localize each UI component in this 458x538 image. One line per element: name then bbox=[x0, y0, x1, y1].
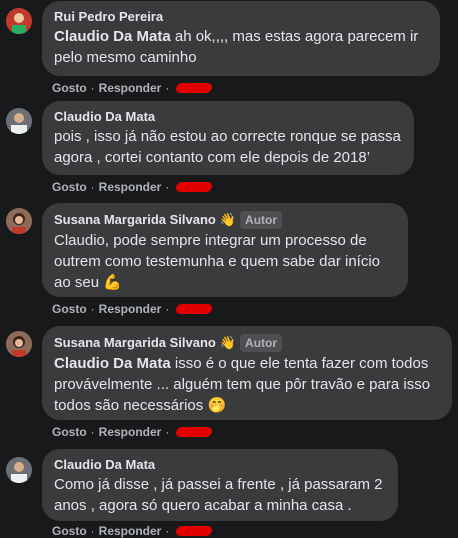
separator: · bbox=[90, 425, 95, 439]
like-button[interactable]: Gosto bbox=[52, 524, 87, 538]
reply-button[interactable]: Responder bbox=[99, 425, 162, 439]
redacted-timestamp bbox=[175, 304, 214, 314]
comment-author[interactable]: Susana Margarida Silvano 👋 Autor bbox=[54, 211, 396, 229]
separator: · bbox=[165, 180, 170, 194]
comment-text: Como já disse , já passei a frente , já … bbox=[54, 476, 383, 514]
face-with-hand-over-mouth-emoji-icon: 🤭 bbox=[207, 397, 227, 414]
separator: · bbox=[90, 81, 95, 95]
like-button[interactable]: Gosto bbox=[52, 425, 87, 439]
redacted-timestamp bbox=[175, 182, 214, 192]
avatar[interactable] bbox=[6, 108, 32, 134]
separator: · bbox=[90, 302, 95, 316]
like-button[interactable]: Gosto bbox=[52, 81, 87, 95]
like-button[interactable]: Gosto bbox=[52, 302, 87, 316]
comment-text: Claudio, pode sempre integrar um process… bbox=[54, 232, 381, 291]
author-badge: Autor bbox=[240, 334, 283, 352]
redacted-timestamp bbox=[175, 427, 214, 437]
comment-actions: Gosto · Responder · bbox=[52, 180, 214, 194]
avatar[interactable] bbox=[6, 331, 32, 357]
comment-actions: Gosto · Responder · bbox=[52, 425, 214, 439]
redacted-timestamp bbox=[175, 83, 214, 93]
comment-text: Claudio Da Mata ah ok,,,, mas estas agor… bbox=[54, 28, 419, 66]
reply-button[interactable]: Responder bbox=[99, 302, 162, 316]
comment-bubble: Claudio Da Mata Como já disse , já passe… bbox=[42, 449, 398, 521]
avatar[interactable] bbox=[6, 8, 32, 34]
comment-bubble: Claudio Da Mata pois , isso já não estou… bbox=[42, 101, 414, 175]
like-button[interactable]: Gosto bbox=[52, 180, 87, 194]
separator: · bbox=[90, 180, 95, 194]
comment-author[interactable]: Claudio Da Mata bbox=[54, 457, 386, 473]
separator: · bbox=[165, 524, 170, 538]
flexed-biceps-emoji-icon: 💪 bbox=[103, 274, 122, 291]
redacted-timestamp bbox=[175, 526, 214, 536]
comment-actions: Gosto · Responder · bbox=[52, 524, 214, 538]
reply-button[interactable]: Responder bbox=[99, 81, 162, 95]
wave-icon: 👋 bbox=[219, 212, 237, 227]
comment-author[interactable]: Rui Pedro Pereira bbox=[54, 9, 428, 25]
comment-author[interactable]: Susana Margarida Silvano 👋 Autor bbox=[54, 334, 440, 352]
separator: · bbox=[165, 302, 170, 316]
comment-bubble: Rui Pedro Pereira Claudio Da Mata ah ok,… bbox=[42, 1, 440, 76]
separator: · bbox=[165, 81, 170, 95]
wave-icon: 👋 bbox=[219, 335, 237, 350]
separator: · bbox=[90, 524, 95, 538]
comment-actions: Gosto · Responder · bbox=[52, 302, 214, 316]
avatar[interactable] bbox=[6, 208, 32, 234]
avatar[interactable] bbox=[6, 457, 32, 483]
separator: · bbox=[165, 425, 170, 439]
comment-text: pois , isso já não estou ao correcte ron… bbox=[54, 128, 401, 166]
comment-actions: Gosto · Responder · bbox=[52, 81, 214, 95]
comment-bubble: Susana Margarida Silvano 👋 Autor Claudio… bbox=[42, 203, 408, 297]
reply-button[interactable]: Responder bbox=[99, 180, 162, 194]
comment-text: Claudio Da Mata isso é o que ele tenta f… bbox=[54, 355, 431, 414]
mention-link[interactable]: Claudio Da Mata bbox=[54, 28, 171, 45]
author-badge: Autor bbox=[240, 211, 283, 229]
mention-link[interactable]: Claudio Da Mata bbox=[54, 355, 171, 372]
comment-author[interactable]: Claudio Da Mata bbox=[54, 109, 402, 125]
comment-bubble: Susana Margarida Silvano 👋 Autor Claudio… bbox=[42, 326, 452, 420]
reply-button[interactable]: Responder bbox=[99, 524, 162, 538]
